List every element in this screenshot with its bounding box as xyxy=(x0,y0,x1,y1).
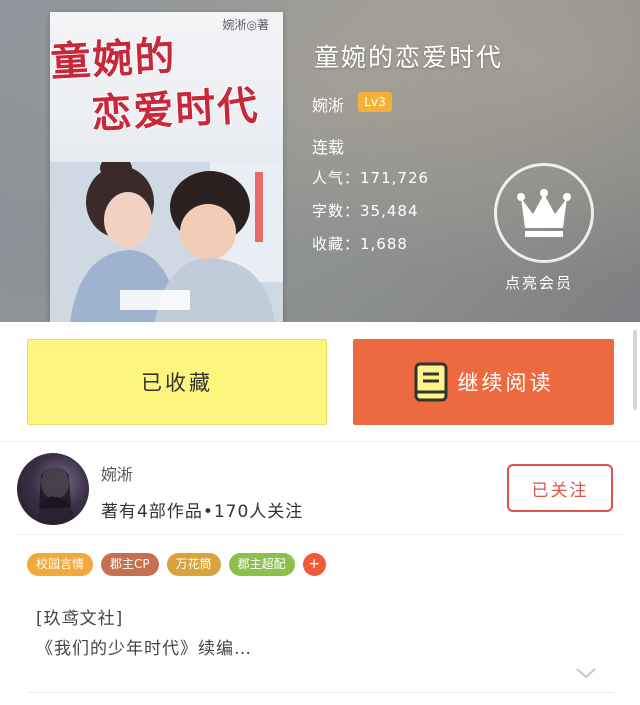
continue-reading-label: 继续阅读 xyxy=(457,371,554,395)
vip-label[interactable]: 点亮会员 xyxy=(505,272,573,293)
cover-title-line2: 恋爱时代 xyxy=(90,82,261,138)
divider xyxy=(17,534,623,535)
chevron-down-icon[interactable] xyxy=(575,666,597,680)
book-title: 童婉的恋爱时代 xyxy=(314,43,504,72)
cover-title: 童婉的 恋爱时代 xyxy=(50,26,280,142)
favorites-stat: 收藏：1,688 xyxy=(312,235,408,253)
divider xyxy=(27,692,614,693)
intro-line-1: [玖鸢文社] xyxy=(36,609,124,629)
more-tags-button[interactable]: + xyxy=(302,553,326,576)
popularity-stat: 人气：171,726 xyxy=(312,169,430,187)
intro-line-2: 《我们的少年时代》续编… xyxy=(36,639,252,659)
author-card-name[interactable]: 婉淅 xyxy=(101,461,133,485)
avatar-image xyxy=(37,467,75,525)
continue-reading-button[interactable]: 继续阅读 xyxy=(353,339,614,425)
book-cover[interactable]: 婉淅◎著 童婉的 恋爱时代 xyxy=(50,12,283,322)
book-intro[interactable]: [玖鸢文社] 《我们的少年时代》续编… xyxy=(36,604,252,664)
scrollbar-thumb[interactable] xyxy=(633,330,637,410)
word-count-stat: 字数：35,484 xyxy=(312,202,419,220)
serial-status: 连载 xyxy=(312,138,345,157)
tag-2[interactable]: 万花筒 xyxy=(166,553,221,576)
cover-title-line1: 童婉的 xyxy=(50,32,178,86)
tag-3[interactable]: 郡主超配 xyxy=(228,553,295,576)
vip-button[interactable] xyxy=(494,163,594,263)
cover-illustration xyxy=(50,162,283,322)
author-name[interactable]: 婉淅 xyxy=(312,92,344,116)
crown-icon xyxy=(517,189,571,237)
author-card-meta: 著有4部作品•170人关注 xyxy=(101,502,304,522)
favorited-button[interactable]: 已收藏 xyxy=(27,339,327,425)
tag-0[interactable]: 校园言情 xyxy=(27,553,94,576)
book-icon xyxy=(414,362,448,402)
tag-list: 校园言情 郡主CP 万花筒 郡主超配 + xyxy=(27,553,326,576)
level-badge: Lv3 xyxy=(358,92,392,112)
author-avatar[interactable] xyxy=(17,453,89,525)
tag-1[interactable]: 郡主CP xyxy=(101,553,159,576)
divider xyxy=(0,441,640,442)
following-button[interactable]: 已关注 xyxy=(507,464,613,512)
book-header: 婉淅◎著 童婉的 恋爱时代 童婉的恋爱时代 婉淅 Lv3 连载 人气：171,7… xyxy=(0,0,640,322)
